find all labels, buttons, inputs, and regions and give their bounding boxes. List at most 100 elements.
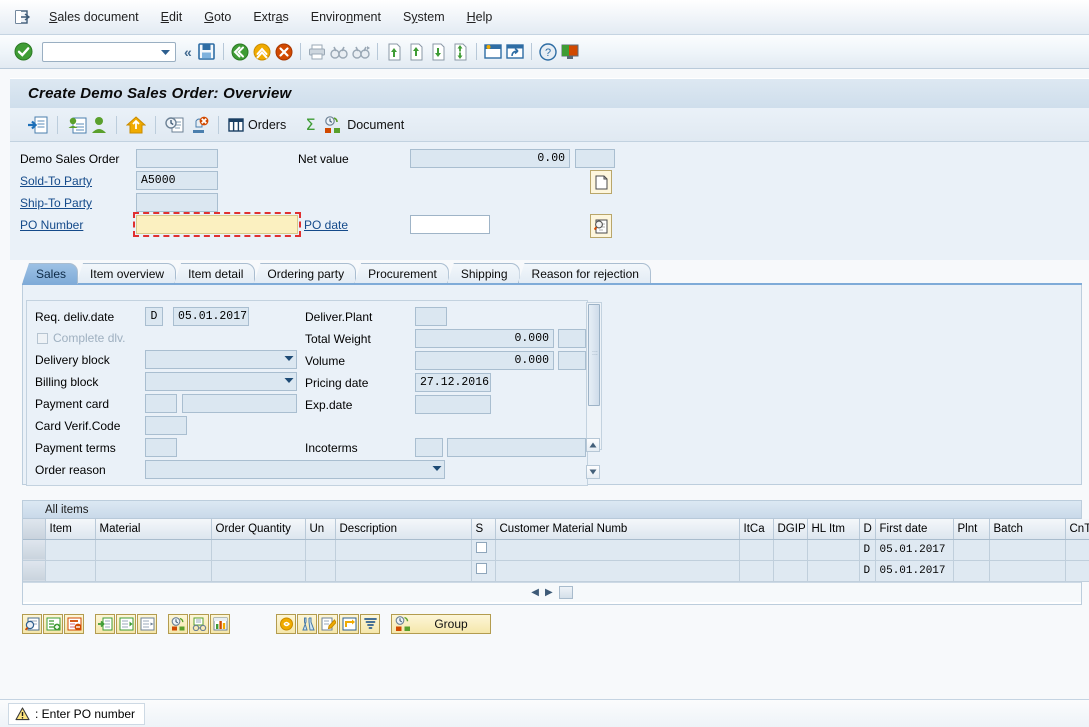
row-checkbox[interactable] — [475, 563, 487, 574]
col-description[interactable]: Description — [335, 519, 472, 540]
payment-card-input[interactable] — [145, 394, 177, 413]
delivery-block-select[interactable] — [145, 350, 297, 369]
chevron-down-icon[interactable] — [432, 463, 442, 476]
create-document-button[interactable] — [590, 170, 612, 194]
partner-button[interactable] — [65, 113, 89, 137]
cell-customer-material-numb[interactable] — [495, 560, 740, 582]
payment-terms-input[interactable] — [145, 438, 177, 457]
notes-button[interactable] — [318, 614, 338, 634]
complete-dlv-checkbox-box[interactable] — [37, 332, 48, 344]
document-flow-button-bottom[interactable] — [339, 614, 359, 634]
tab-item-overview[interactable]: Item overview — [76, 263, 177, 284]
sold-to-party-label[interactable]: Sold-To Party — [20, 174, 92, 188]
back-button[interactable] — [229, 41, 251, 63]
pricing-date-input[interactable]: 27.12.2016 — [415, 373, 491, 392]
last-page-button[interactable] — [449, 41, 471, 63]
row-selector[interactable] — [23, 539, 46, 561]
enter-icon[interactable] — [12, 41, 34, 63]
update-prices-button[interactable] — [276, 614, 296, 634]
ship-to-party-label[interactable]: Ship-To Party — [20, 196, 92, 210]
item-availability-glasses-button[interactable] — [189, 614, 209, 634]
payment-card-number-input[interactable] — [182, 394, 297, 413]
print-button[interactable] — [306, 41, 328, 63]
incoterms-input[interactable] — [415, 438, 443, 457]
exp-date-input[interactable] — [415, 395, 491, 414]
row-selector[interactable] — [23, 560, 46, 582]
tab-reason-for-rejection[interactable]: Reason for rejection — [517, 263, 651, 284]
cell-s[interactable] — [471, 560, 496, 582]
tab-ordering-party[interactable]: Ordering party — [253, 263, 357, 284]
chevron-down-icon[interactable] — [284, 353, 294, 366]
po-date-label[interactable]: PO date — [304, 218, 348, 232]
copy-item-button[interactable] — [95, 614, 115, 634]
cell-d[interactable]: D — [859, 539, 876, 561]
cell-order-quantity[interactable] — [211, 539, 306, 561]
col-un[interactable]: Un — [305, 519, 336, 540]
col-plnt[interactable]: Plnt — [953, 519, 990, 540]
sum-button[interactable]: Σ — [300, 113, 321, 137]
item-detail-button[interactable] — [116, 614, 136, 634]
exit-button[interactable] — [251, 41, 273, 63]
collapse-toolbar-icon[interactable]: « — [180, 44, 196, 60]
cell-item[interactable] — [45, 539, 96, 561]
availability-clock-button[interactable] — [163, 113, 187, 137]
cancel-button[interactable] — [273, 41, 295, 63]
po-number-label[interactable]: PO Number — [20, 218, 83, 232]
sort-button[interactable] — [360, 614, 380, 634]
cell-un[interactable] — [305, 539, 336, 561]
cell-material[interactable] — [95, 560, 212, 582]
cell-first-date[interactable]: 05.01.2017 — [875, 560, 954, 582]
items-horizontal-scrollbar[interactable]: ◀ ▶ — [23, 581, 1081, 602]
tab-item-detail[interactable]: Item detail — [174, 263, 256, 284]
col-customer-material-numb[interactable]: Customer Material Numb — [495, 519, 740, 540]
cell-cnty[interactable] — [1065, 560, 1089, 582]
scroll-up-button[interactable] — [586, 438, 600, 452]
first-page-button[interactable] — [383, 41, 405, 63]
col-hl-itm[interactable]: HL Itm — [807, 519, 860, 540]
question-help-icon[interactable]: ? — [537, 41, 559, 63]
tab-procurement[interactable]: Procurement — [354, 263, 449, 284]
total-weight-unit-input[interactable] — [558, 329, 586, 348]
cell-itca[interactable] — [739, 560, 774, 582]
cell-un[interactable] — [305, 560, 336, 582]
display-item-button[interactable] — [22, 614, 42, 634]
person-button[interactable] — [89, 113, 109, 137]
menu-sales-document[interactable]: Sales document — [38, 8, 150, 26]
scroll-right-icon[interactable]: ▶ — [545, 587, 553, 598]
delete-row-button[interactable] — [64, 614, 84, 634]
sales-panel-scrollbar[interactable]: ::: — [586, 302, 602, 450]
po-number-input[interactable] — [133, 212, 301, 237]
find-next-button[interactable] — [350, 41, 372, 63]
sold-to-party-input[interactable]: A5000 — [136, 171, 218, 190]
previous-page-button[interactable] — [405, 41, 427, 63]
orders-button[interactable]: Orders — [226, 113, 288, 137]
cell-hl-itm[interactable] — [807, 560, 860, 582]
menu-goto[interactable]: Goto — [193, 8, 242, 26]
cell-cnty[interactable] — [1065, 539, 1089, 561]
next-page-button[interactable] — [427, 41, 449, 63]
deliver-plant-input[interactable] — [415, 307, 447, 326]
cell-dgip[interactable] — [773, 560, 808, 582]
req-deliv-date-type-input[interactable]: D — [145, 307, 163, 326]
cell-item[interactable] — [45, 560, 96, 582]
tab-sales[interactable]: Sales — [22, 263, 79, 284]
cell-customer-material-numb[interactable] — [495, 539, 740, 561]
cell-d[interactable]: D — [859, 560, 876, 582]
card-verif-code-input[interactable] — [145, 416, 187, 435]
cell-description[interactable] — [335, 560, 472, 582]
cell-hl-itm[interactable] — [807, 539, 860, 561]
col-order-quantity[interactable]: Order Quantity — [211, 519, 306, 540]
row-select-header[interactable] — [23, 519, 46, 540]
monitor-layout-icon[interactable] — [559, 41, 581, 63]
col-first-date[interactable]: First date — [875, 519, 954, 540]
scroll-left-icon[interactable]: ◀ — [531, 587, 539, 598]
menu-help[interactable]: Help — [456, 8, 504, 26]
scrollbar-thumb[interactable]: ::: — [588, 304, 600, 406]
table-row[interactable]: D 05.01.2017 — [23, 560, 1089, 582]
col-batch[interactable]: Batch — [989, 519, 1066, 540]
col-s[interactable]: S — [471, 519, 496, 540]
volume-input[interactable]: 0.000 — [415, 351, 554, 370]
new-window-icon[interactable] — [482, 41, 504, 63]
system-menu-icon[interactable] — [8, 10, 38, 24]
command-field[interactable] — [42, 41, 176, 62]
